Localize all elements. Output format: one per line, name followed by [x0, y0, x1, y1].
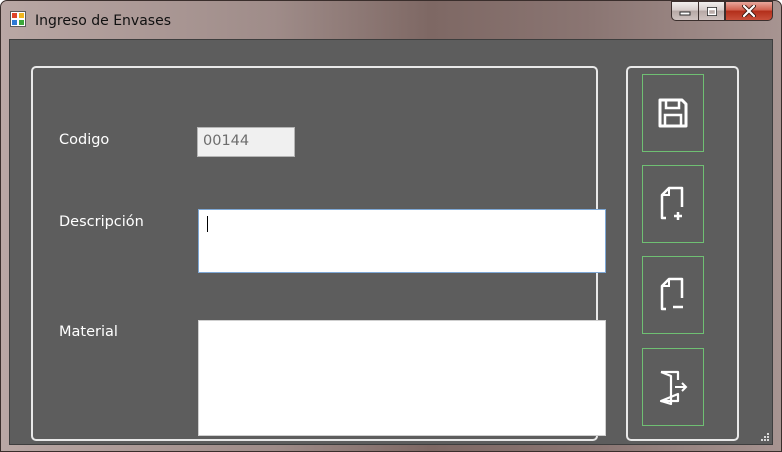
new-button[interactable]: [642, 165, 704, 243]
maximize-icon: [706, 6, 717, 16]
close-button[interactable]: [725, 1, 773, 21]
document-add-icon: [660, 186, 684, 220]
maximize-button[interactable]: [698, 1, 725, 21]
document-remove-icon: [660, 277, 684, 311]
save-button[interactable]: [642, 74, 704, 152]
descripcion-field[interactable]: [198, 209, 606, 273]
floppy-disk-icon: [658, 98, 688, 128]
toolbar-panel: [626, 66, 739, 441]
material-label: Material: [59, 324, 118, 340]
minimize-icon: [679, 11, 691, 16]
title-bar[interactable]: Ingreso de Envases: [1, 1, 781, 39]
window-title: Ingreso de Envases: [35, 13, 171, 29]
material-field[interactable]: [198, 320, 606, 436]
codigo-field[interactable]: 00144: [197, 127, 295, 157]
minimize-button[interactable]: [671, 1, 698, 21]
delete-button[interactable]: [642, 256, 704, 334]
close-icon: [742, 5, 756, 17]
client-area: Codigo 00144 Descripción Material: [9, 39, 773, 445]
exit-door-icon: [659, 370, 688, 406]
codigo-label: Codigo: [59, 132, 110, 148]
app-window: Ingreso de Envases Codigo 00144 Descripc…: [0, 0, 782, 452]
form-panel: Codigo 00144 Descripción Material: [31, 66, 606, 441]
caption-buttons: [671, 1, 773, 23]
text-caret: [207, 216, 208, 232]
descripcion-label: Descripción: [59, 214, 144, 230]
exit-button[interactable]: [642, 348, 704, 426]
windows-form-icon[interactable]: [10, 11, 26, 27]
resize-grip-icon[interactable]: [759, 431, 769, 441]
